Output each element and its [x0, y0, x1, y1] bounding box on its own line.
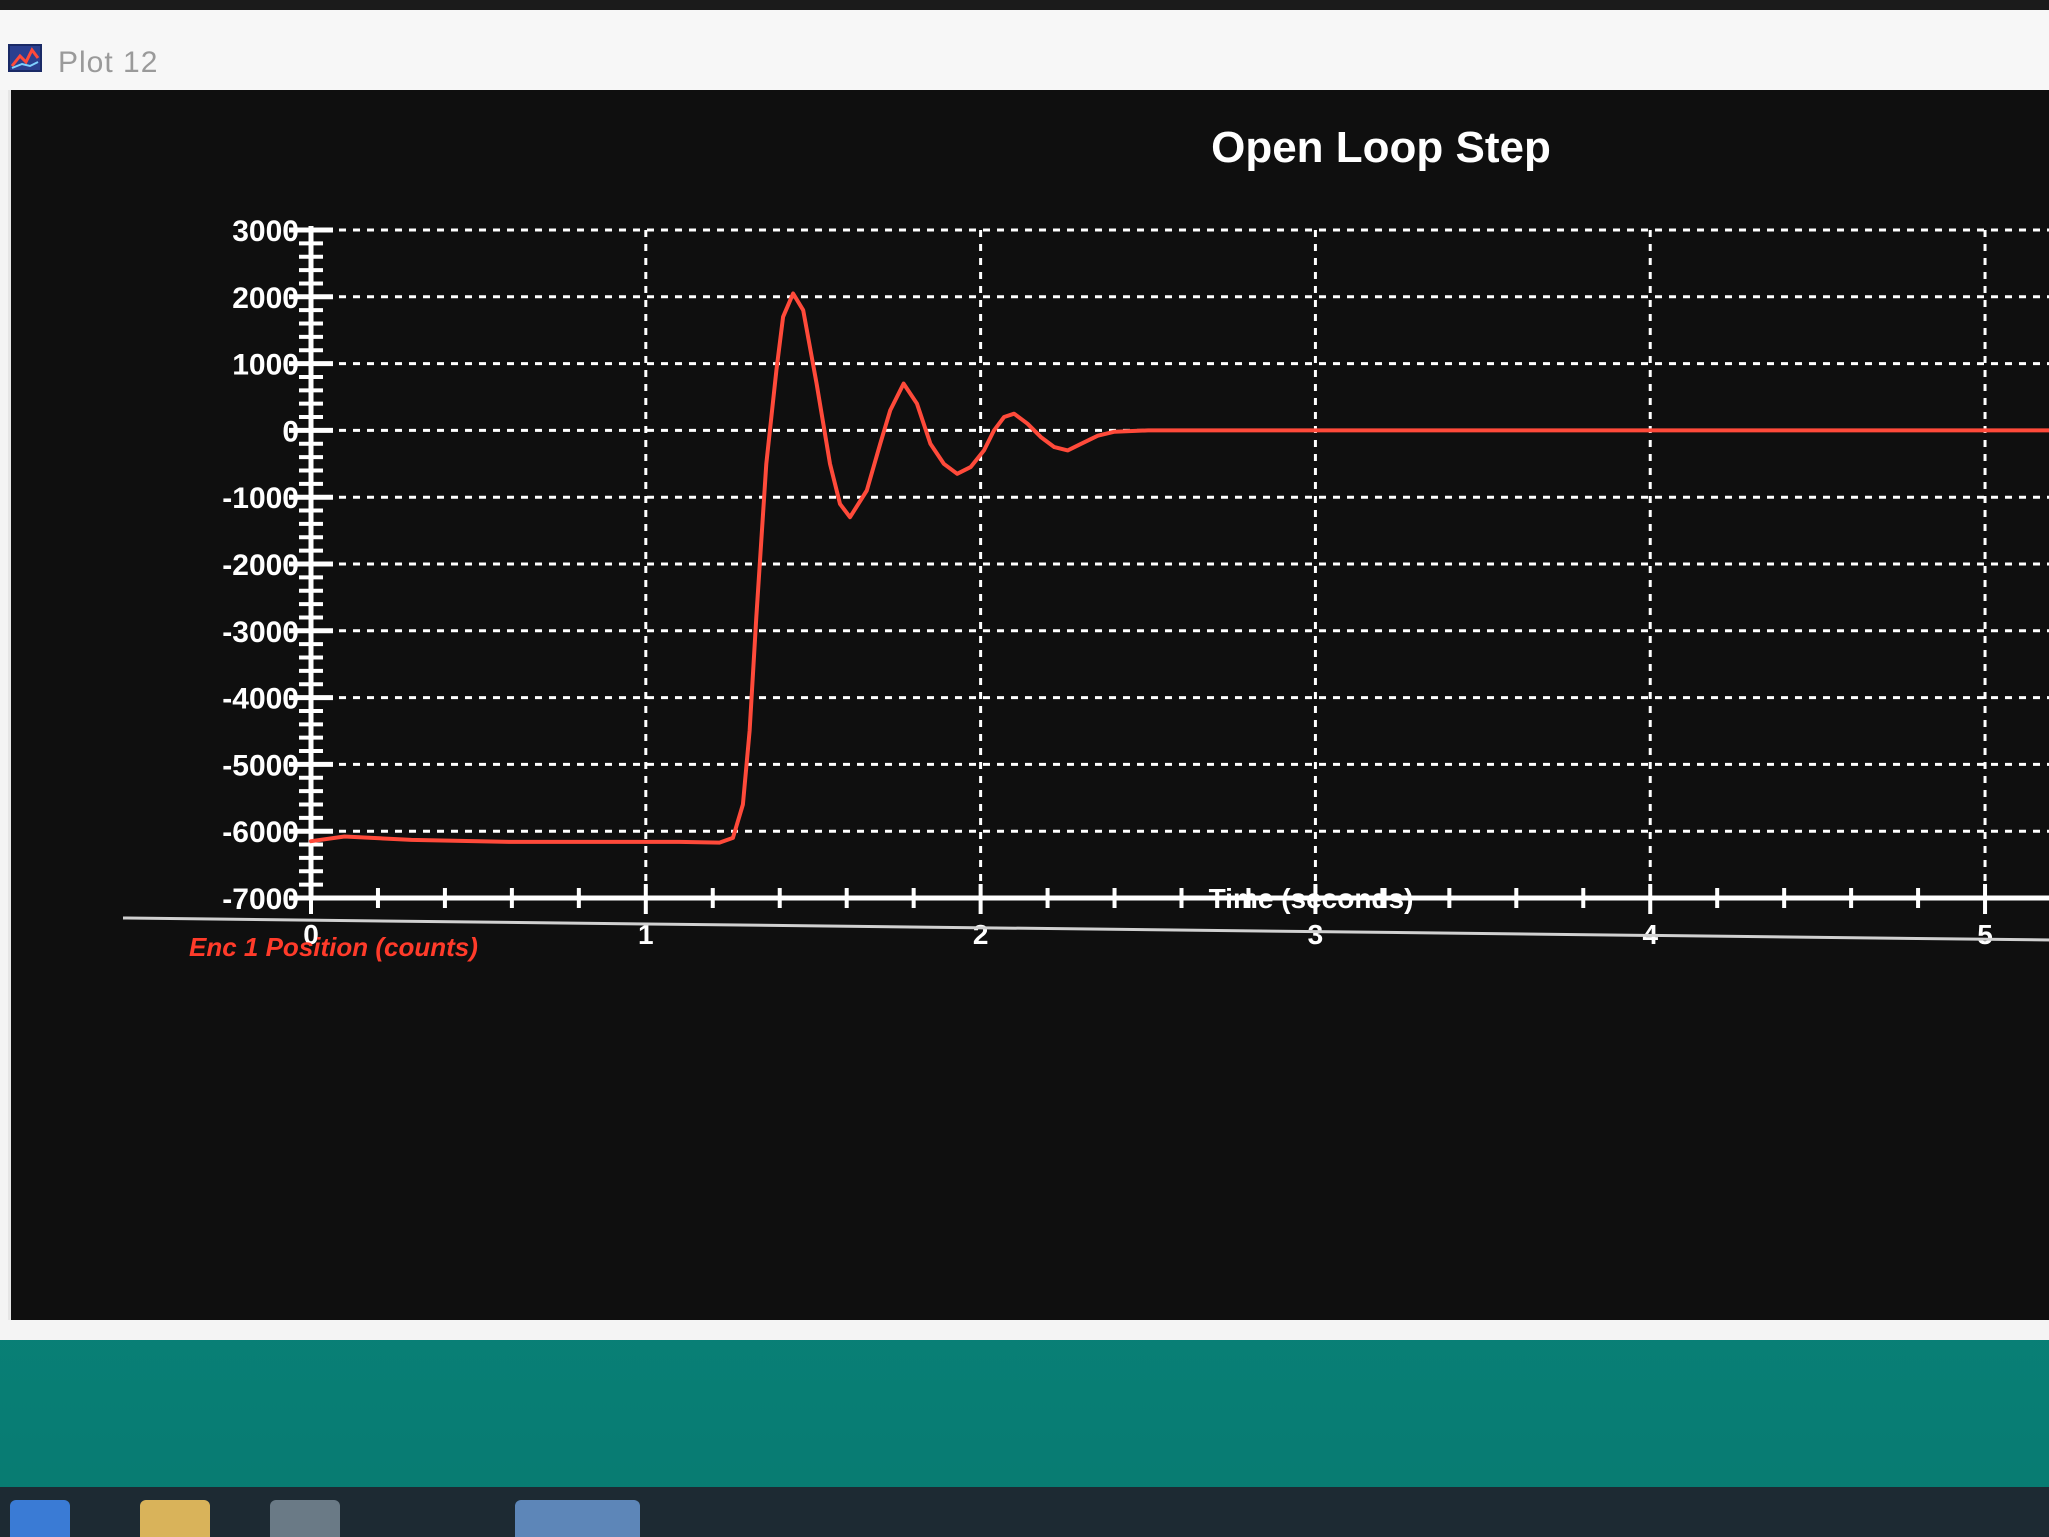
chart-title: Open Loop Step	[1211, 123, 1551, 172]
y-tick-label: 3000	[232, 215, 299, 248]
plot-area[interactable]: 3000 2000 1000 0 -1000 -2000 -3000 -4000 -5000 -6…	[8, 90, 2049, 1320]
y-tick-label: 0	[282, 415, 299, 448]
y-tick-label: -1000	[222, 482, 299, 515]
y-tick-label: 1000	[232, 349, 299, 382]
window-titlebar[interactable]: Plot 12	[0, 10, 2049, 90]
x-axis-label: Time (seconds)	[1209, 883, 1414, 914]
y-tick-label: -2000	[222, 549, 299, 582]
y-tick-label: -3000	[222, 616, 299, 649]
taskbar-icon-plot[interactable]	[515, 1500, 640, 1537]
y-tick-label: -5000	[222, 749, 299, 782]
x-tick-label: 5	[1977, 919, 1993, 950]
y-tick-label: -7000	[222, 883, 299, 916]
series-line-enc1-position	[309, 291, 2049, 845]
plot-svg: 3000 2000 1000 0 -1000 -2000 -3000 -4000 -5000 -6…	[122, 123, 2049, 962]
x-tick-label: 3	[1308, 919, 1324, 950]
y-tick-label: -6000	[222, 816, 299, 849]
tick-marks	[289, 227, 1988, 914]
axes	[308, 226, 2049, 901]
y-tick-label: -4000	[222, 683, 299, 716]
taskbar-icon-app[interactable]	[270, 1500, 340, 1537]
window-title: Plot 12	[58, 46, 159, 79]
plot-app-icon	[8, 44, 42, 72]
taskbar-icon-browser[interactable]	[10, 1500, 70, 1537]
x-tick-label: 2	[973, 919, 989, 950]
grid-lines	[311, 228, 2049, 898]
taskbar-icon-folder[interactable]	[140, 1500, 210, 1537]
y-tick-label: 2000	[232, 282, 299, 315]
legend-entry-enc1[interactable]: Enc 1 Position (counts)	[189, 932, 478, 962]
series-layer	[309, 291, 2049, 845]
